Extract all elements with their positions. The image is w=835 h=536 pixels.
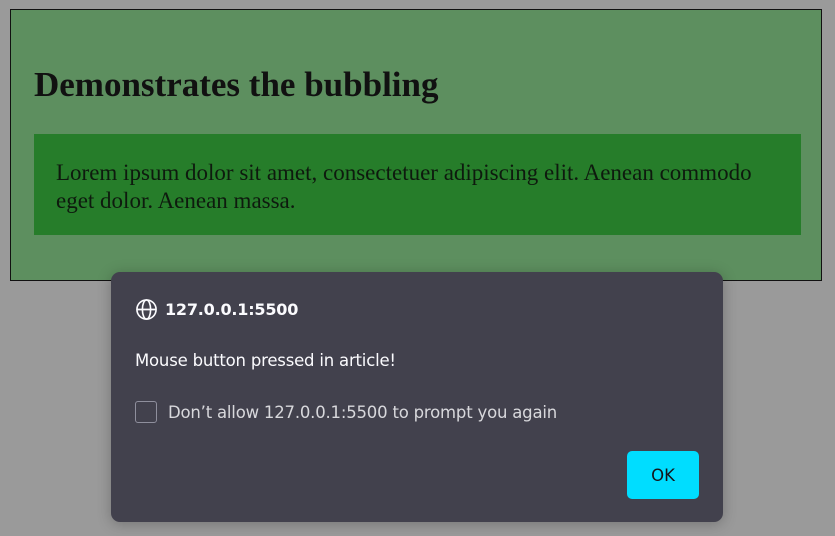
dialog-origin-text: 127.0.0.1:5500 (165, 299, 299, 319)
dont-allow-label[interactable]: Don’t allow 127.0.0.1:5500 to prompt you… (168, 403, 557, 422)
globe-icon (135, 298, 158, 321)
page: Demonstrates the bubbling Lorem ipsum do… (0, 0, 835, 536)
article-paragraph: Lorem ipsum dolor sit amet, consectetuer… (56, 160, 752, 213)
dont-allow-row[interactable]: Don’t allow 127.0.0.1:5500 to prompt you… (135, 400, 557, 424)
article-heading: Demonstrates the bubbling (34, 65, 439, 104)
ok-button[interactable]: OK (627, 451, 699, 499)
alert-dialog: 127.0.0.1:5500 Mouse button pressed in a… (111, 272, 723, 522)
dialog-message: Mouse button pressed in article! (135, 351, 396, 370)
dont-allow-checkbox[interactable] (135, 401, 157, 423)
dialog-origin: 127.0.0.1:5500 (135, 297, 298, 321)
article-paragraph-box[interactable]: Lorem ipsum dolor sit amet, consectetuer… (34, 134, 801, 235)
article[interactable]: Demonstrates the bubbling Lorem ipsum do… (10, 9, 822, 281)
